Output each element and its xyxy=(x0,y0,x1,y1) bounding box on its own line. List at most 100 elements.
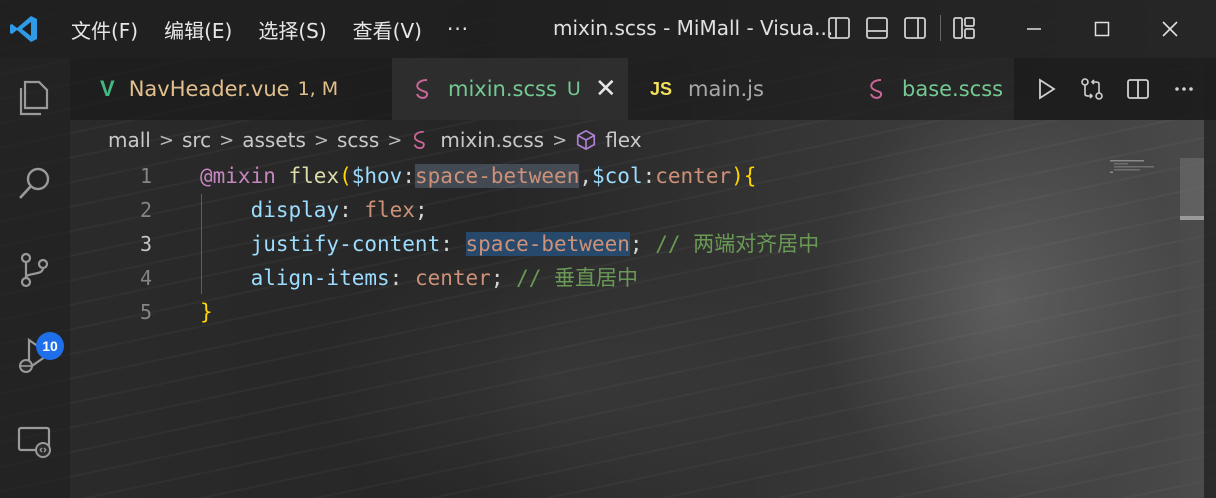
sass-icon xyxy=(412,77,436,101)
code-token: $col xyxy=(592,164,643,188)
run-icon[interactable] xyxy=(1032,75,1060,103)
breadcrumb-mall[interactable]: mall xyxy=(108,128,151,152)
scrollbar-cursor-marker xyxy=(1180,216,1204,220)
code-line[interactable]: 1 @mixin flex($hov:space-between,$col:cen… xyxy=(70,159,1100,193)
code-token: ; xyxy=(490,266,517,290)
menu-file[interactable]: 文件(F) xyxy=(58,15,151,44)
tab-label: mixin.scss xyxy=(448,77,557,101)
code-token: // 两端对齐居中 xyxy=(655,232,820,256)
code-line[interactable]: 5} xyxy=(70,295,1100,329)
window-edge xyxy=(1204,58,1216,498)
code-token: center xyxy=(414,266,491,290)
tab-mixin-scss[interactable]: mixin.scss U ✕ xyxy=(392,58,628,120)
explorer-icon[interactable] xyxy=(0,68,70,128)
vscode-logo-icon[interactable] xyxy=(0,0,48,58)
code-token: space-between xyxy=(414,164,580,188)
customize-layout-icon[interactable] xyxy=(951,14,977,42)
scrollbar-thumb[interactable] xyxy=(1180,158,1204,218)
code-line[interactable]: 3 justify-content: space-between; // 两端对… xyxy=(70,227,1100,261)
code-text[interactable]: justify-content: space-between; // 两端对齐居… xyxy=(200,227,819,261)
editor-actions xyxy=(1014,58,1216,120)
code-text[interactable]: align-items: center; // 垂直居中 xyxy=(200,261,638,295)
source-control-badge: 10 xyxy=(36,332,64,360)
code-token: , xyxy=(579,164,593,188)
menu-edit[interactable]: 编辑(E) xyxy=(151,15,245,44)
tab-base-scss[interactable]: base.scss xyxy=(860,58,1010,120)
code-editor[interactable]: 1 @mixin flex($hov:space-between,$col:cen… xyxy=(70,158,1180,498)
code-token: space-between xyxy=(465,232,630,256)
code-token: } xyxy=(200,300,213,324)
search-icon[interactable] xyxy=(0,154,70,214)
tab-label: base.scss xyxy=(902,77,1004,101)
minimap[interactable] xyxy=(1108,158,1178,173)
code-token: ; xyxy=(414,198,428,222)
close-icon[interactable] xyxy=(1136,0,1204,58)
tab-label: NavHeader.vue xyxy=(128,77,290,101)
tab-status: 1, M xyxy=(297,78,339,100)
minimize-icon[interactable] xyxy=(1000,0,1068,58)
source-control-icon[interactable] xyxy=(0,240,70,300)
breadcrumb-assets[interactable]: assets xyxy=(242,128,306,152)
breadcrumb-symbol[interactable]: flex xyxy=(605,128,641,152)
breadcrumb-file[interactable]: mixin.scss xyxy=(440,128,544,152)
toggle-primary-sidebar-icon[interactable] xyxy=(826,14,852,42)
vue-icon: V xyxy=(100,76,115,101)
tab-status: U xyxy=(566,78,581,100)
tab-navheader-vue[interactable]: V NavHeader.vue 1, M xyxy=(70,58,390,120)
title-bar: 文件(F) 编辑(E) 选择(S) 查看(V) ··· mixin.scss -… xyxy=(0,0,1216,58)
code-token: ( xyxy=(339,164,352,188)
code-line[interactable]: 4 align-items: center; // 垂直居中 xyxy=(70,261,1100,295)
tab-main-js[interactable]: JS main.js xyxy=(630,58,840,120)
menu-view[interactable]: 查看(V) xyxy=(340,15,435,44)
vertical-scrollbar[interactable] xyxy=(1180,158,1204,498)
split-editor-icon[interactable] xyxy=(1124,75,1152,103)
maximize-icon[interactable] xyxy=(1068,0,1136,58)
remote-explorer-icon[interactable] xyxy=(0,412,70,472)
breadcrumb-separator: > xyxy=(158,129,174,151)
sass-icon xyxy=(410,129,432,151)
line-number: 2 xyxy=(139,198,152,222)
toggle-panel-icon[interactable] xyxy=(864,14,890,42)
code-text[interactable]: @mixin flex($hov:space-between,$col:cent… xyxy=(200,159,756,193)
close-icon[interactable]: ✕ xyxy=(595,74,617,104)
toggle-secondary-sidebar-icon[interactable] xyxy=(902,14,928,42)
layout-controls xyxy=(826,14,989,42)
code-token: ) xyxy=(731,164,744,188)
menu-bar: 文件(F) 编辑(E) 选择(S) 查看(V) ··· xyxy=(58,15,481,44)
code-token: flex xyxy=(288,164,340,188)
breadcrumb-separator: > xyxy=(552,129,568,151)
code-text[interactable]: } xyxy=(200,295,213,329)
code-token: display xyxy=(200,198,340,222)
code-token: center xyxy=(655,164,732,188)
window-title: mixin.scss - MiMall - Visua... xyxy=(553,16,834,40)
more-actions-icon[interactable] xyxy=(1170,75,1198,103)
breadcrumb-scss[interactable]: scss xyxy=(337,128,379,152)
layout-separator xyxy=(940,15,941,41)
code-token: : xyxy=(642,164,656,188)
code-token: : xyxy=(389,266,415,290)
line-number: 4 xyxy=(139,266,152,290)
code-token: // 垂直居中 xyxy=(516,266,639,290)
code-token: : xyxy=(440,232,466,256)
code-token: : xyxy=(339,198,365,222)
code-token: flex xyxy=(364,198,415,222)
code-token: { xyxy=(743,164,757,188)
code-token: justify-content xyxy=(200,232,441,256)
activity-bar: 10 xyxy=(0,58,70,498)
symbol-mixin-icon xyxy=(575,129,597,151)
code-line[interactable]: 2 display: flex; xyxy=(70,193,1100,227)
menu-more-button[interactable]: ··· xyxy=(435,17,481,41)
code-token: align-items xyxy=(200,266,390,290)
code-token: ; xyxy=(629,232,656,256)
breadcrumb-separator: > xyxy=(313,129,330,151)
breadcrumb: mall > src > assets > scss > mixin.scss … xyxy=(108,126,642,154)
menu-selection[interactable]: 选择(S) xyxy=(245,15,339,44)
breadcrumb-src[interactable]: src xyxy=(182,128,211,152)
code-token: $hov xyxy=(351,164,403,188)
open-changes-icon[interactable] xyxy=(1078,75,1106,103)
breadcrumb-separator: > xyxy=(387,129,403,151)
code-token: : xyxy=(402,164,415,188)
code-text[interactable]: display: flex; xyxy=(200,193,428,227)
sass-icon xyxy=(866,77,890,101)
line-number: 5 xyxy=(139,300,152,324)
